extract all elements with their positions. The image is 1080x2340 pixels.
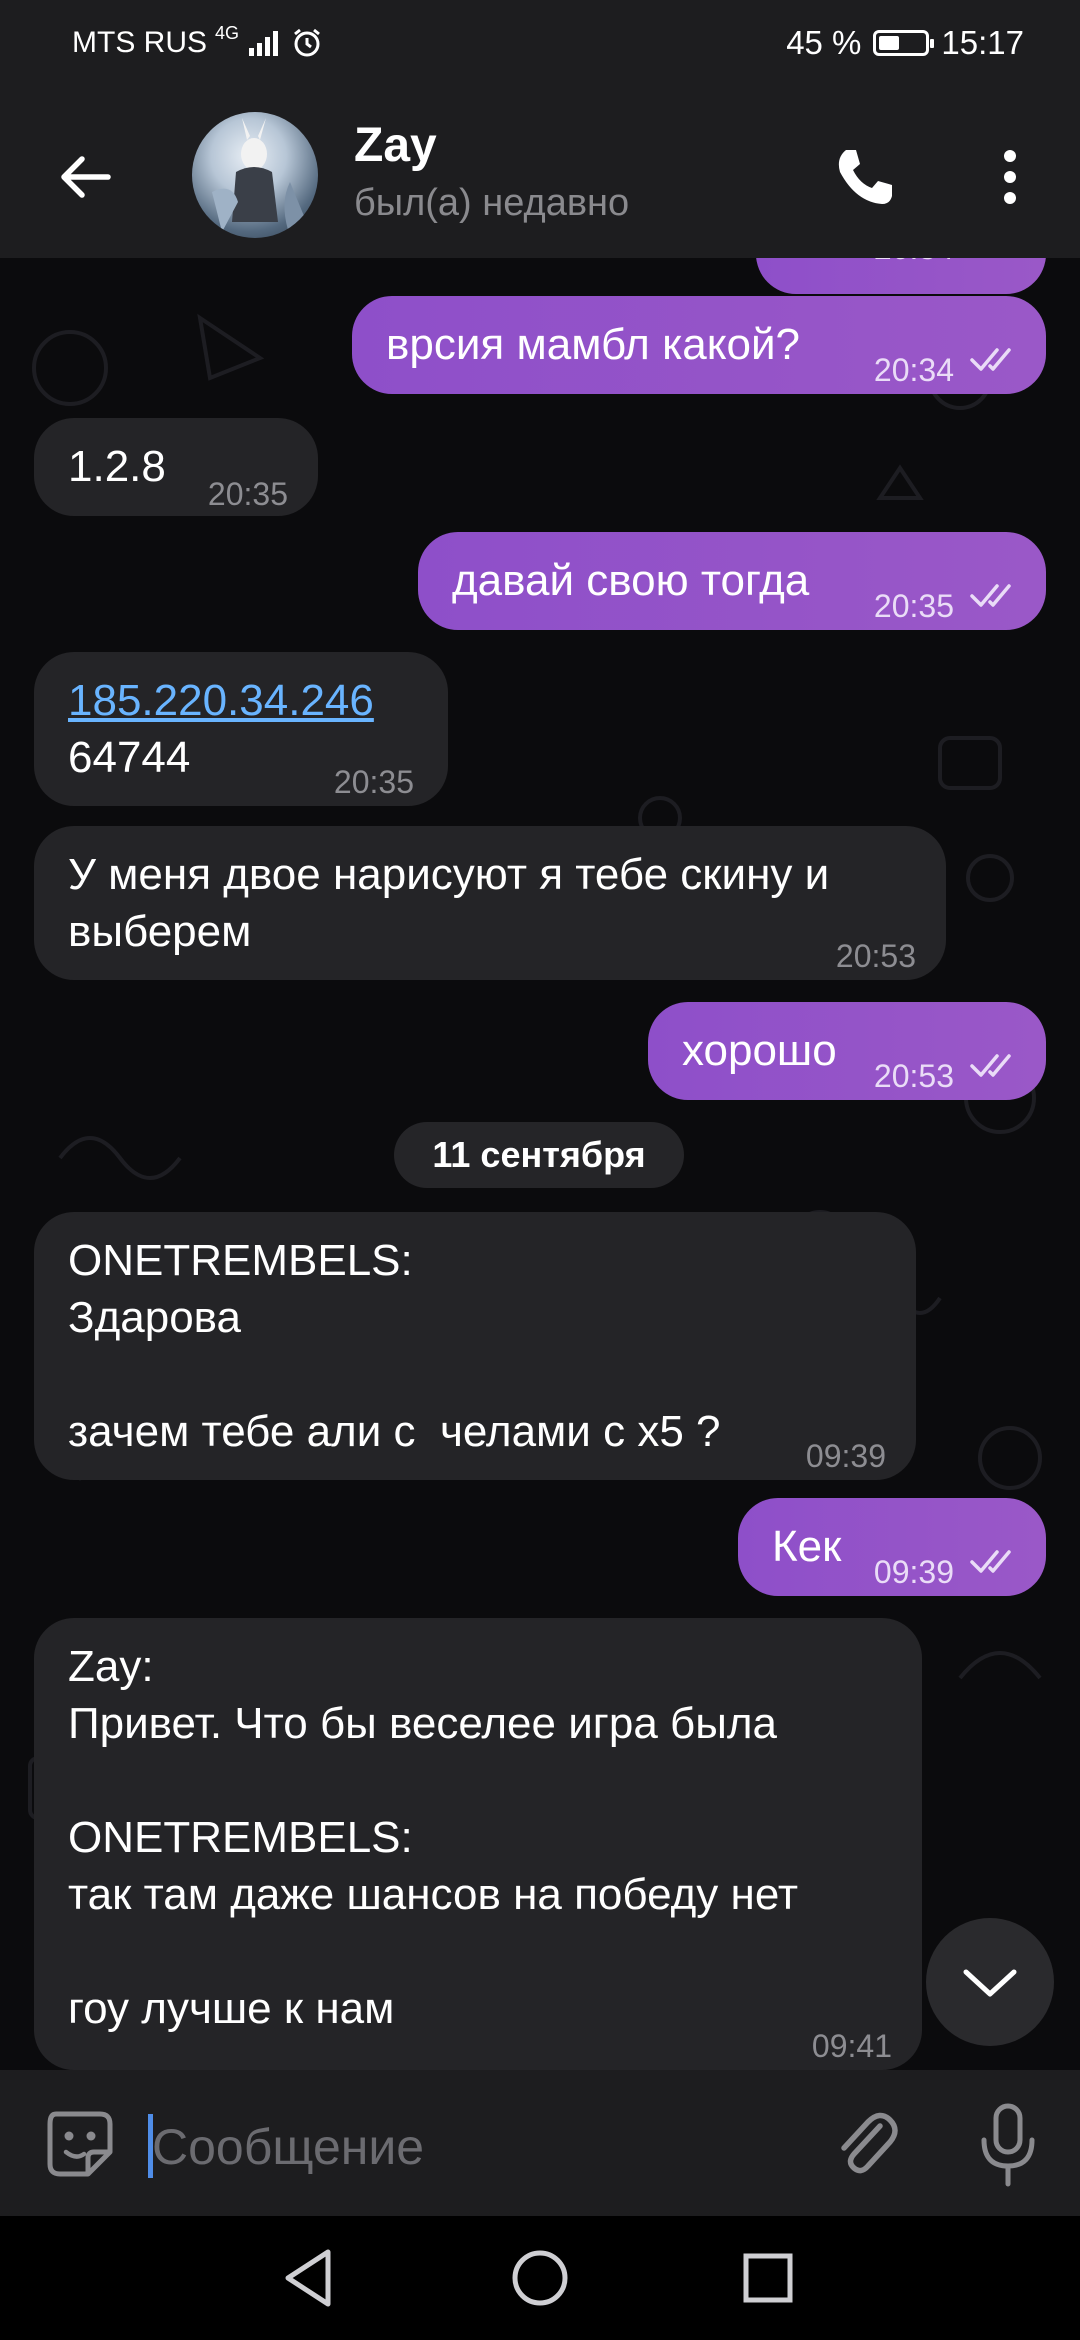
message-text: врсия мамбл какой? (386, 320, 801, 369)
arrow-left-icon[interactable] (50, 142, 120, 212)
message-bubble-incoming[interactable]: Zay: Привет. Что бы веселее игра была ON… (34, 1618, 922, 2070)
microphone-icon[interactable] (976, 2100, 1040, 2190)
message-text: 1.2.8 (68, 442, 166, 491)
message-time: 09:39 (873, 1554, 954, 1590)
double-check-icon (970, 348, 1011, 371)
message-bubble-incoming[interactable]: 1.2.8 20:35 (34, 418, 318, 516)
network-icon: 4G (215, 22, 240, 43)
system-navigation-bar (0, 2216, 1080, 2340)
more-vertical-icon[interactable] (990, 142, 1030, 212)
message-text: Zay: Привет. Что бы веселее игра была ON… (68, 1642, 798, 2033)
message-time: 20:53 (835, 938, 916, 974)
ip-address-link[interactable]: 185.220.34.246 (68, 672, 374, 729)
status-right: 45 % 15:17 (786, 24, 1024, 62)
message-time: 20:53 (873, 1058, 954, 1094)
message-bubble-outgoing[interactable]: 20:34 (756, 258, 1046, 294)
chat-header: Zay был(а) недавно (0, 90, 1080, 258)
message-text: давай свою тогда (452, 556, 810, 605)
message-text: ONETREMBELS: Здарова зачем тебе али с че… (68, 1236, 721, 1456)
battery-percent: 45 % (786, 24, 862, 61)
date-divider: 11 сентября (394, 1122, 684, 1188)
message-text: У меня двое нарисуют я тебе скину и выбе… (68, 850, 830, 956)
message-time: 20:35 (207, 476, 288, 512)
alarm-icon (294, 28, 320, 57)
message-list[interactable]: 20:34 врсия мамбл какой? 20:34 1.2.8 20:… (0, 258, 1080, 2070)
message-text: 64744 (68, 733, 191, 782)
nav-home-icon[interactable] (500, 2238, 580, 2318)
double-check-icon (970, 1550, 1011, 1573)
message-time: 09:41 (811, 2028, 892, 2064)
carrier-name: MTS RUS (72, 26, 207, 59)
chat-title[interactable]: Zay (354, 118, 437, 173)
phone-icon[interactable] (828, 142, 898, 212)
message-time: 20:35 (873, 588, 954, 624)
chevron-down-icon (963, 1969, 1017, 1997)
message-input[interactable] (150, 2108, 794, 2186)
message-bubble-incoming[interactable]: 185.220.34.246 64744 20:35 (34, 652, 448, 806)
status-bar: MTS RUS 4G 45 % 15:17 (0, 0, 1080, 90)
last-seen-status: был(а) недавно (354, 182, 630, 224)
message-bubble-incoming[interactable]: У меня двое нарисуют я тебе скину и выбе… (34, 826, 946, 980)
message-text: хорошо (682, 1026, 837, 1075)
double-check-icon (970, 584, 1011, 607)
nav-back-icon[interactable] (270, 2238, 350, 2318)
message-bubble-incoming[interactable]: ONETREMBELS: Здарова зачем тебе али с че… (34, 1212, 916, 1480)
message-bubble-outgoing[interactable]: хорошо 20:53 (648, 1002, 1046, 1100)
avatar-image (212, 118, 304, 232)
message-time: 09:39 (805, 1438, 886, 1474)
message-bubble-outgoing[interactable]: врсия мамбл какой? 20:34 (352, 296, 1046, 394)
paperclip-icon[interactable] (830, 2104, 900, 2184)
double-check-icon (970, 1054, 1011, 1077)
message-text: Кек (772, 1522, 842, 1571)
avatar[interactable] (192, 112, 318, 238)
signal-icon (249, 31, 279, 56)
message-bubble-outgoing[interactable]: Кек 09:39 (738, 1498, 1046, 1596)
nav-recents-icon[interactable] (728, 2238, 808, 2318)
message-composer (0, 2070, 1080, 2216)
message-bubble-outgoing[interactable]: давай свою тогда 20:35 (418, 532, 1046, 630)
carrier-group: MTS RUS 4G (72, 22, 323, 60)
scroll-down-button[interactable] (926, 1918, 1054, 2046)
clock: 15:17 (941, 24, 1024, 61)
message-time: 20:35 (333, 764, 414, 800)
battery-icon (873, 30, 935, 56)
sticker-emoji-icon[interactable] (42, 2106, 118, 2182)
message-time: 20:34 (874, 258, 954, 277)
message-time: 20:34 (873, 352, 954, 388)
